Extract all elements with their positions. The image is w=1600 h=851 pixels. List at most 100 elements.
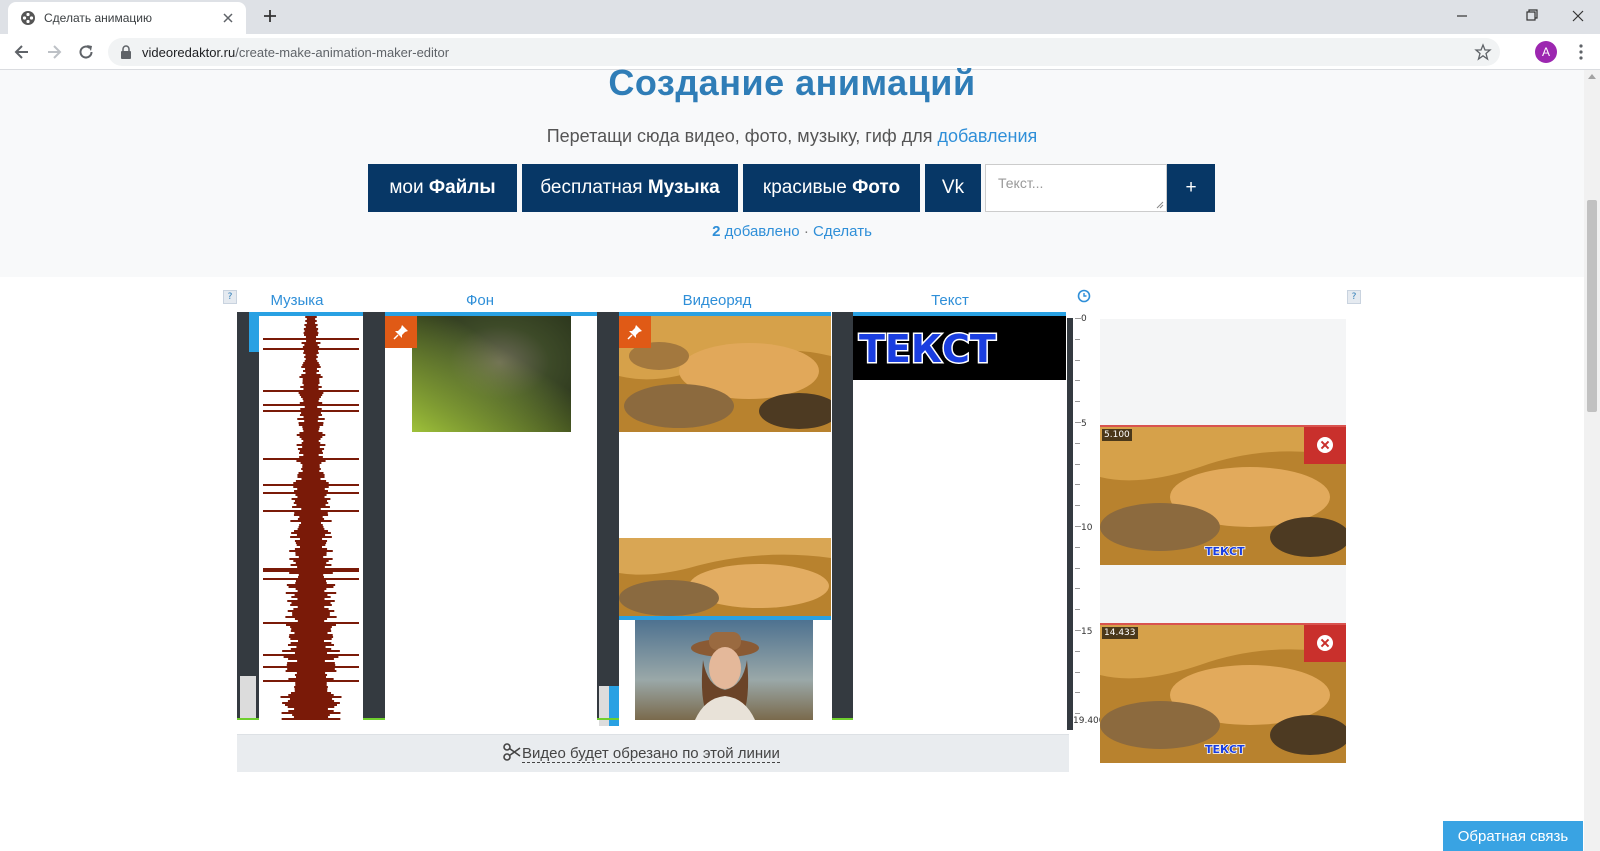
- make-link[interactable]: Сделать: [813, 223, 872, 240]
- text-input[interactable]: Текст...: [985, 164, 1167, 212]
- text-track[interactable]: ТЕКСТ: [853, 316, 1066, 720]
- text-input-placeholder: Текст...: [998, 175, 1044, 191]
- preview-caption: ТЕКСТ: [1205, 743, 1245, 756]
- hero-section: Создание анимаций Перетащи сюда видео, ф…: [0, 62, 1584, 277]
- drop-hint: Перетащи сюда видео, фото, музыку, гиф д…: [546, 126, 1038, 146]
- added-status: 2 добавлено · Сделать: [712, 223, 872, 240]
- text-clip-preview: ТЕКСТ: [858, 326, 998, 373]
- video-clip-lion-2[interactable]: [619, 538, 831, 616]
- background-track[interactable]: [385, 316, 597, 720]
- video-scroll-handle[interactable]: [599, 686, 609, 726]
- lion-image: [619, 538, 831, 616]
- text-clip-label: ТЕКСТ: [859, 327, 996, 371]
- preview-caption: ТЕКСТ: [1205, 545, 1245, 558]
- background-clip-thumbnail[interactable]: [412, 316, 571, 432]
- video-pin-button[interactable]: [619, 316, 651, 348]
- ruler-label-10: 10: [1081, 523, 1093, 533]
- ruler-label-15: 15: [1081, 627, 1093, 637]
- film-reel-icon: [21, 11, 35, 25]
- ruler-tick: [1075, 692, 1080, 694]
- back-arrow-icon[interactable]: [12, 42, 32, 62]
- text-track-divider: [832, 312, 853, 720]
- page-scrollbar[interactable]: [1584, 70, 1600, 851]
- ruler-label-5: 5: [1081, 419, 1087, 429]
- help-button-left[interactable]: ?: [223, 290, 237, 304]
- music-scroll-handle[interactable]: [240, 676, 256, 720]
- forward-arrow-icon[interactable]: [44, 42, 64, 62]
- ruler-tick: [1075, 359, 1080, 361]
- ruler-tick: [1075, 484, 1080, 486]
- vk-button[interactable]: Vk: [920, 164, 981, 212]
- profile-avatar[interactable]: A: [1535, 41, 1557, 63]
- ruler-tick: [1075, 338, 1080, 340]
- video-end-marker: [597, 718, 619, 720]
- url-text: videoredaktor.ru/create-make-animation-m…: [142, 45, 450, 60]
- scrollbar-thumb[interactable]: [1587, 200, 1597, 412]
- ruler-tick: [1075, 713, 1080, 715]
- clock-icon[interactable]: [1077, 289, 1091, 303]
- my-files-button[interactable]: мои Файлы: [368, 164, 517, 212]
- blurred-flower-image: [412, 316, 571, 432]
- delete-frame-button[interactable]: [1304, 427, 1346, 464]
- add-link[interactable]: добавления: [937, 126, 1037, 146]
- ruler-tick: [1075, 442, 1080, 444]
- cut-line-text[interactable]: Видео будет обрезано по этой линии: [522, 745, 780, 763]
- nice-photo-button[interactable]: красивые Фото: [738, 164, 920, 212]
- tab-title: Сделать анимацию: [44, 11, 152, 25]
- lock-icon: [121, 45, 131, 59]
- ruler-tick: [1075, 588, 1080, 590]
- preview-frame-1[interactable]: ТЕКСТ 5.100: [1100, 425, 1346, 565]
- pin-icon: [393, 325, 408, 340]
- cut-line-bar: Видео будет обрезано по этой линии: [237, 734, 1069, 772]
- bookmark-star-icon[interactable]: [1474, 43, 1492, 61]
- add-text-button[interactable]: +: [1167, 164, 1215, 212]
- video-track[interactable]: [619, 316, 831, 720]
- music-waveform: [263, 316, 359, 720]
- feedback-button[interactable]: Обратная связь: [1443, 821, 1583, 851]
- preview-empty-area: [1100, 319, 1346, 425]
- delete-frame-button[interactable]: [1304, 625, 1346, 662]
- column-header-background: Фон: [465, 292, 495, 309]
- free-music-button[interactable]: бесплатная Музыка: [517, 164, 738, 212]
- page-title: Создание анимаций: [608, 62, 976, 103]
- background-track-divider: [363, 312, 385, 720]
- ruler-tick: [1075, 505, 1080, 507]
- window-close-icon[interactable]: [1566, 6, 1590, 26]
- woman-in-hat-image: [635, 620, 813, 720]
- new-tab-icon[interactable]: [260, 6, 280, 26]
- close-circle-icon: [1317, 437, 1333, 453]
- background-end-marker: [363, 718, 385, 720]
- minimize-icon[interactable]: [1450, 6, 1474, 26]
- video-clip-woman[interactable]: [635, 620, 813, 720]
- music-track[interactable]: [259, 316, 363, 720]
- restore-icon[interactable]: [1519, 6, 1543, 26]
- close-circle-icon: [1317, 635, 1333, 651]
- ruler-tick: [1075, 546, 1080, 548]
- music-track-handle[interactable]: [237, 312, 259, 720]
- ruler-tick: [1075, 609, 1080, 611]
- more-menu-icon[interactable]: [1571, 42, 1591, 62]
- preview-frame-time: 14.433: [1102, 627, 1138, 639]
- resize-handle-icon[interactable]: [1156, 201, 1164, 209]
- music-end-marker: [237, 718, 259, 720]
- browser-tab[interactable]: Сделать анимацию: [8, 2, 246, 34]
- time-ruler: 0 5 10 15 19.400: [1067, 314, 1105, 730]
- text-end-marker: [832, 718, 853, 720]
- video-track-marker: [609, 686, 619, 726]
- preview-gap: [1100, 565, 1346, 623]
- reload-icon[interactable]: [76, 42, 96, 62]
- ruler-label-0: 0: [1081, 314, 1087, 324]
- scroll-up-arrow-icon[interactable]: [1588, 74, 1596, 79]
- video-track-handle[interactable]: [597, 312, 619, 720]
- text-clip[interactable]: ТЕКСТ: [853, 316, 1066, 380]
- preview-frame-time: 5.100: [1102, 429, 1132, 441]
- preview-frame-2[interactable]: ТЕКСТ 14.433: [1100, 623, 1346, 763]
- help-button-right[interactable]: ?: [1347, 290, 1361, 304]
- ruler-tick: [1075, 650, 1080, 652]
- pin-icon: [627, 325, 642, 340]
- background-pin-button[interactable]: [385, 316, 417, 348]
- page-content: Создание анимаций Перетащи сюда видео, ф…: [0, 62, 1584, 851]
- music-track-marker: [249, 312, 259, 352]
- scissors-icon: [503, 743, 521, 761]
- tab-close-icon[interactable]: [220, 10, 236, 26]
